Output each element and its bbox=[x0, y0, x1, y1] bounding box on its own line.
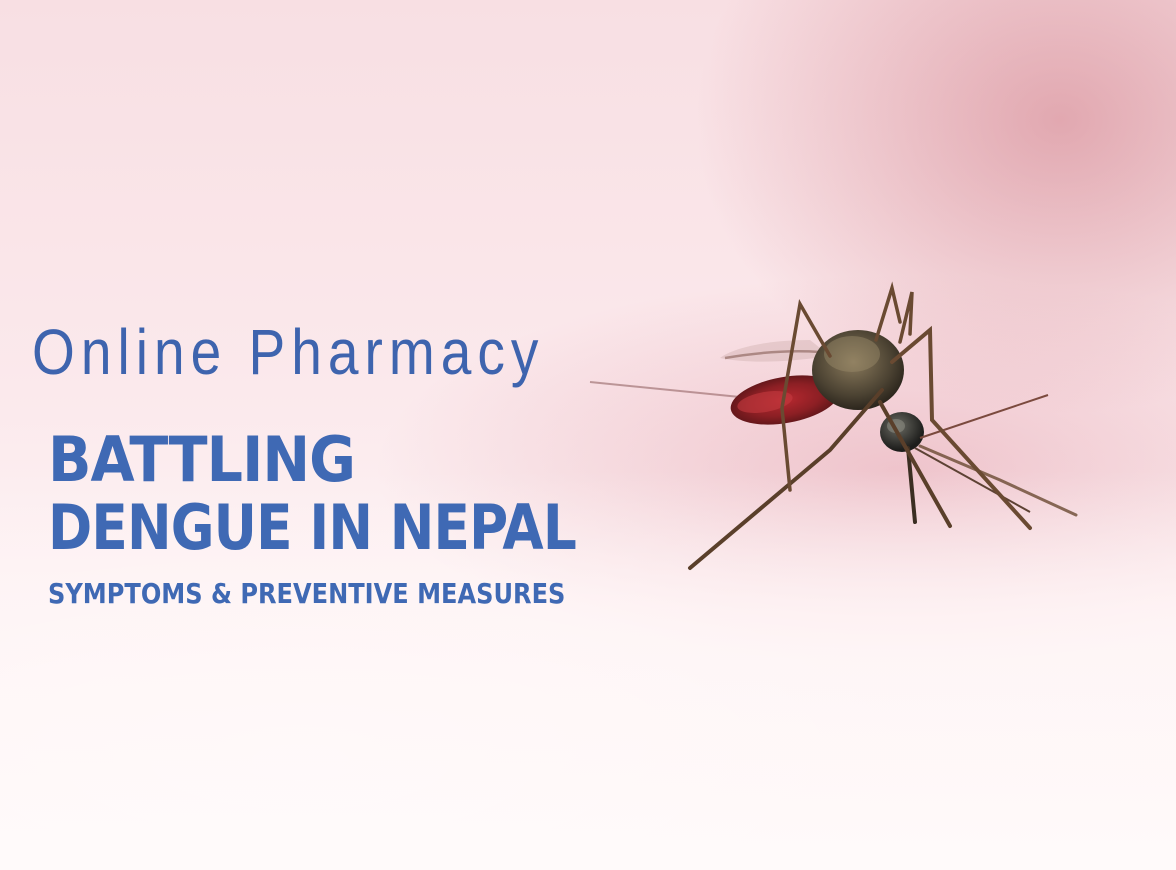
hero-banner: Online Pharmacy BATTLING DENGUE IN NEPAL… bbox=[0, 0, 1176, 870]
subheadline: SYMPTOMS & PREVENTIVE MEASURES bbox=[48, 577, 566, 610]
headline-line-2: DENGUE IN NEPAL bbox=[48, 491, 577, 564]
headline-line-1: BATTLING bbox=[48, 423, 356, 496]
headline: BATTLING DENGUE IN NEPAL bbox=[48, 428, 662, 564]
brand-title: Online Pharmacy bbox=[32, 316, 545, 388]
